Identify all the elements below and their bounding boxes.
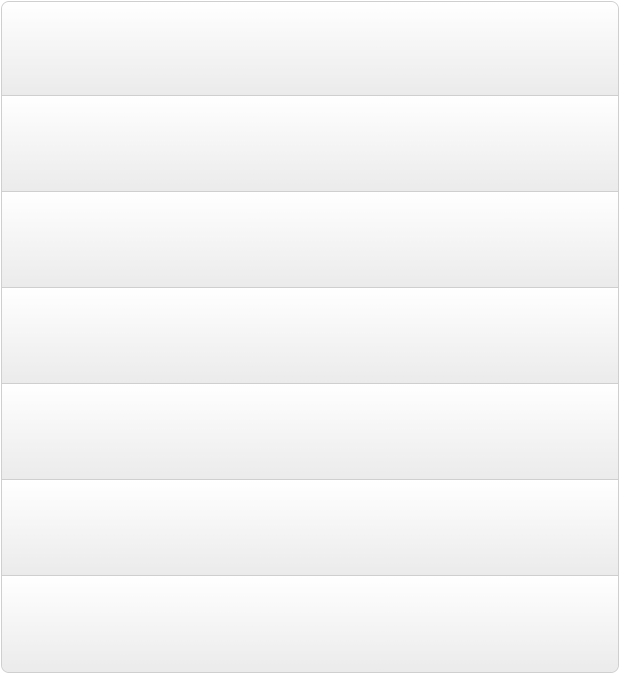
list-row-1[interactable]	[2, 2, 618, 96]
grouped-list-panel	[1, 1, 619, 673]
list-row-4[interactable]	[2, 288, 618, 384]
list-row-5[interactable]	[2, 384, 618, 480]
list-row-3[interactable]	[2, 192, 618, 288]
list-row-7[interactable]	[2, 576, 618, 672]
list-row-6[interactable]	[2, 480, 618, 576]
list-row-2[interactable]	[2, 96, 618, 192]
